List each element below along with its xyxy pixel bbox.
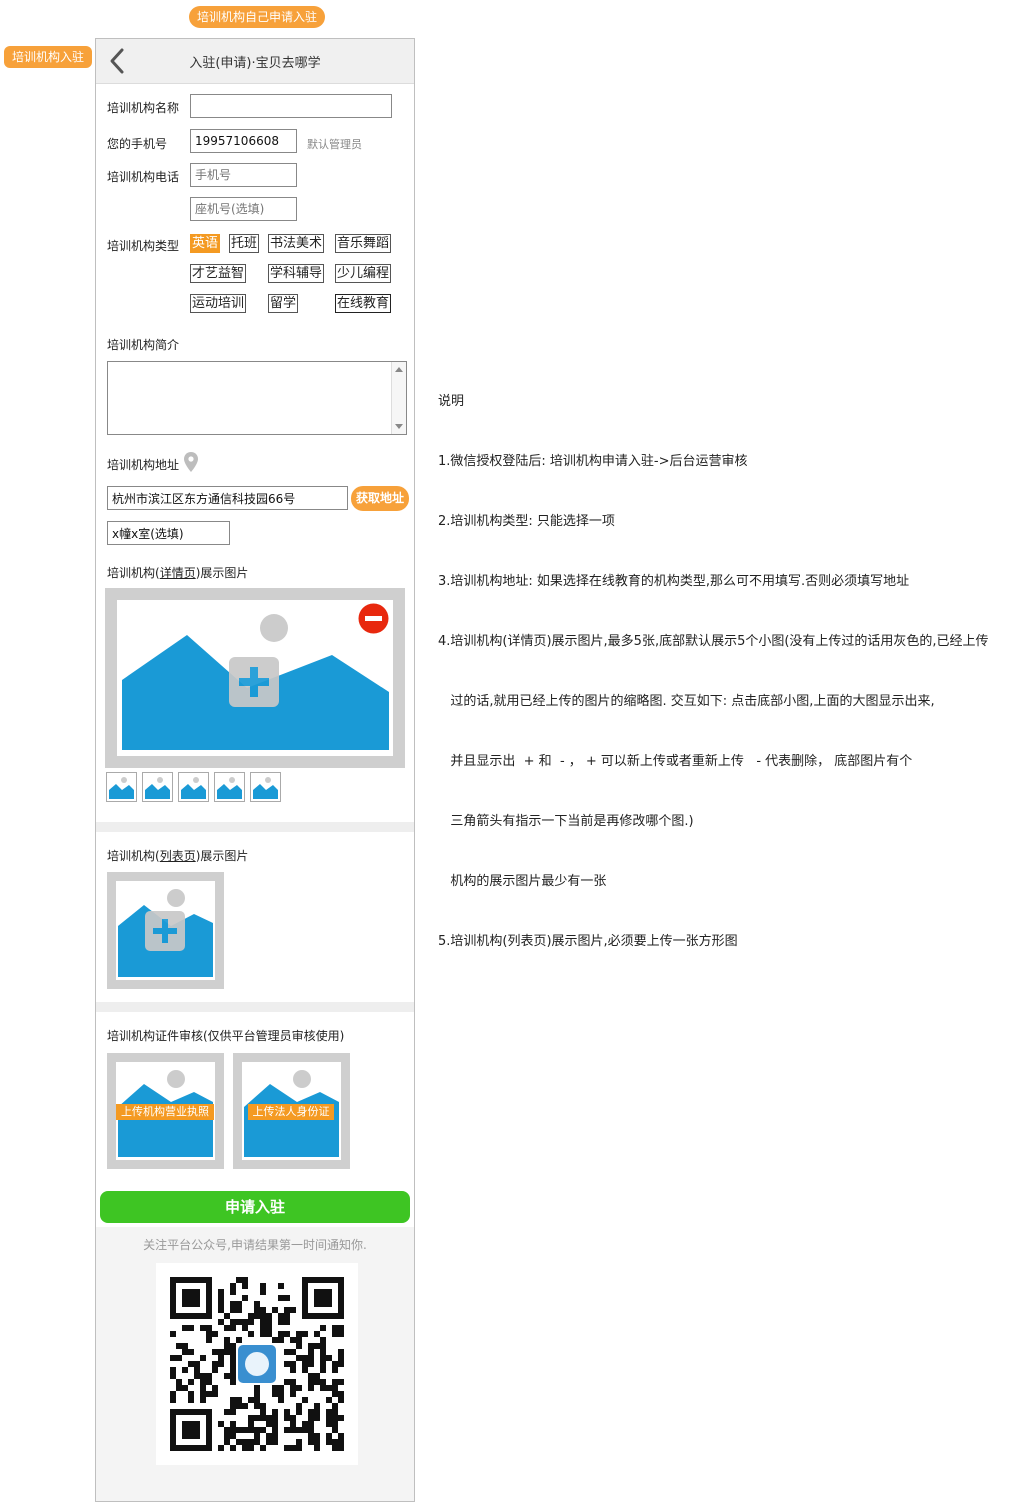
spec-notes: 说明 1.微信授权登陆后: 培训机构申请入驻->后台运营审核 2.培训机构类型:…	[438, 352, 989, 972]
notes-line: 4.培训机构(详情页)展示图片,最多5张,底部默认展示5个小图(没有上传过的话用…	[438, 634, 989, 649]
follow-public-account-text: 关注平台公众号,申请结果第一时间通知你.	[143, 1238, 367, 1252]
get-address-button[interactable]: 获取地址	[351, 486, 409, 511]
annotation-tag-institution-entry: 培训机构入驻	[4, 46, 93, 68]
notes-line: 3.培训机构地址: 如果选择在线教育的机构类型,那么可不用填写.否则必须填写地址	[438, 574, 910, 589]
notes-line: 并且显示出 + 和 - ， + 可以新上传或者重新上传 - 代表删除， 底部图片…	[438, 754, 913, 769]
type-chip-sports[interactable]: 运动培训	[190, 294, 247, 313]
type-chip-online-education[interactable]: 在线教育	[335, 294, 392, 313]
detail-thumb-3[interactable]	[178, 772, 209, 802]
landline-input[interactable]	[190, 197, 297, 221]
address-label: 培训机构地址	[107, 458, 180, 472]
intro-textarea[interactable]	[107, 361, 407, 435]
upload-license-label: 上传机构营业执照	[116, 1104, 214, 1120]
type-chip-tutoring[interactable]: 学科辅导	[268, 264, 325, 283]
notes-line: 过的话,就用已经上传的图片的缩略图. 交互如下: 点击底部小图,上面的大图显示出…	[438, 694, 935, 709]
type-chip-talent-puzzle[interactable]: 才艺益智	[190, 264, 247, 283]
type-chip-english[interactable]: 英语	[190, 234, 221, 253]
annotation-tag-self-apply: 培训机构自己申请入驻	[189, 6, 326, 28]
upload-license-box[interactable]: 上传机构营业执照	[107, 1053, 224, 1169]
list-page-link[interactable]: 列表页	[160, 849, 196, 863]
submit-apply-button[interactable]: 申请入驻	[100, 1191, 410, 1223]
qr-code	[156, 1263, 358, 1465]
list-images-label: 培训机构(列表页)展示图片	[107, 847, 248, 864]
detail-thumb-1[interactable]	[106, 772, 137, 802]
phone-label: 您的手机号	[107, 137, 168, 151]
phone-screen: 入驻(申请)·宝贝去哪学 培训机构名称 您的手机号 默认管理员 培训机构电话 培…	[95, 38, 415, 1502]
nav-bar: 入驻(申请)·宝贝去哪学	[96, 39, 414, 84]
upload-id-card-box[interactable]: 上传法人身份证	[233, 1053, 350, 1169]
location-pin-icon[interactable]	[184, 452, 198, 476]
list-images-label-suffix: )展示图片	[195, 849, 249, 863]
list-images-label-prefix: 培训机构(	[107, 849, 160, 863]
list-image-upload[interactable]	[107, 872, 224, 989]
name-label: 培训机构名称	[107, 101, 180, 115]
upload-id-card-label: 上传法人身份证	[248, 1104, 334, 1120]
notes-line: 1.微信授权登陆后: 培训机构申请入驻->后台运营审核	[438, 454, 748, 469]
tel-label: 培训机构电话	[107, 170, 180, 184]
intro-label: 培训机构简介	[107, 338, 180, 352]
detail-thumb-5[interactable]	[250, 772, 281, 802]
type-label: 培训机构类型	[107, 239, 180, 253]
qr-logo-face	[245, 1352, 269, 1376]
type-chip-study-abroad[interactable]: 留学	[268, 294, 299, 313]
type-chip-calligraphy-art[interactable]: 书法美术	[268, 234, 325, 253]
section-divider	[96, 822, 414, 832]
detail-thumb-2[interactable]	[142, 772, 173, 802]
room-input[interactable]	[107, 521, 230, 545]
name-input[interactable]	[190, 94, 392, 118]
phone-default-admin-hint: 默认管理员	[307, 138, 362, 151]
detail-images-label-prefix: 培训机构(	[107, 566, 160, 580]
address-input[interactable]	[107, 486, 348, 510]
cert-label: 培训机构证件审核(仅供平台管理员审核使用)	[107, 1029, 345, 1043]
type-chip-music-dance[interactable]: 音乐舞蹈	[335, 234, 392, 253]
textarea-scrollbar[interactable]	[391, 362, 406, 434]
notes-line: 说明	[438, 394, 465, 409]
notes-line: 5.培训机构(列表页)展示图片,必须要上传一张方形图	[438, 934, 738, 949]
type-chip-nursery[interactable]: 托班	[229, 234, 260, 253]
detail-images-label-suffix: )展示图片	[195, 566, 249, 580]
notes-line: 三角箭头有指示一下当前是再修改哪个图.)	[438, 814, 694, 829]
page-title: 入驻(申请)·宝贝去哪学	[189, 56, 321, 71]
mobile-input[interactable]	[190, 163, 297, 187]
detail-image-main[interactable]	[105, 588, 405, 768]
detail-page-link[interactable]: 详情页	[160, 566, 196, 580]
remove-image-icon[interactable]	[358, 603, 389, 634]
add-image-icon[interactable]	[145, 911, 185, 951]
phone-input[interactable]	[190, 129, 297, 153]
notes-line: 2.培训机构类型: 只能选择一项	[438, 514, 615, 529]
detail-images-label: 培训机构(详情页)展示图片	[107, 564, 248, 581]
add-image-icon[interactable]	[229, 657, 279, 707]
notes-line: 机构的展示图片最少有一张	[438, 874, 607, 889]
section-divider	[96, 1002, 414, 1012]
type-chip-kids-coding[interactable]: 少儿编程	[335, 264, 392, 283]
detail-thumb-4[interactable]	[214, 772, 245, 802]
